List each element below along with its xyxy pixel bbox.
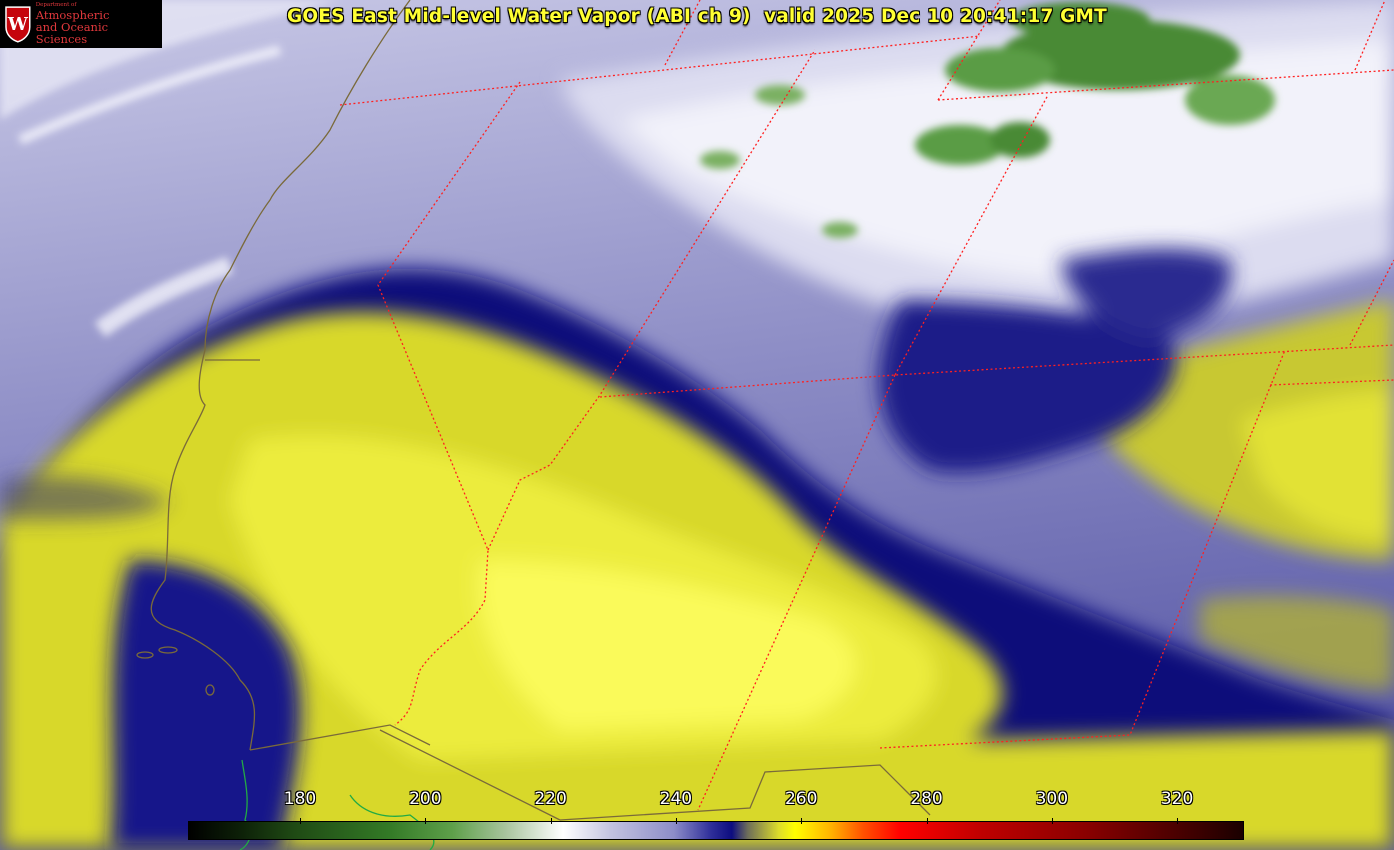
colorbar — [188, 821, 1244, 840]
colorbar-label: 320 — [1160, 789, 1194, 809]
colorbar-label: 260 — [784, 789, 818, 809]
map-title: GOES East Mid-level Water Vapor (ABI ch … — [287, 6, 1107, 27]
colorbar-label: 240 — [659, 789, 693, 809]
colorbar-label: 200 — [409, 789, 442, 809]
colorbar-tick — [926, 818, 928, 824]
colorbar-tick — [550, 818, 552, 824]
colorbar-label: 220 — [534, 789, 567, 809]
colorbar-tick — [801, 818, 803, 824]
colorbar-tick — [425, 818, 427, 824]
colorbar-tick — [1051, 818, 1053, 824]
colorbar-tick — [300, 818, 301, 824]
water-vapor-map — [0, 0, 1394, 850]
colorbar-label: 180 — [283, 789, 317, 809]
colorbar-label: 300 — [1035, 789, 1069, 809]
colorbar-label: 280 — [910, 789, 943, 809]
colorbar-tick — [1177, 818, 1179, 824]
colorbar-tick — [675, 818, 677, 824]
